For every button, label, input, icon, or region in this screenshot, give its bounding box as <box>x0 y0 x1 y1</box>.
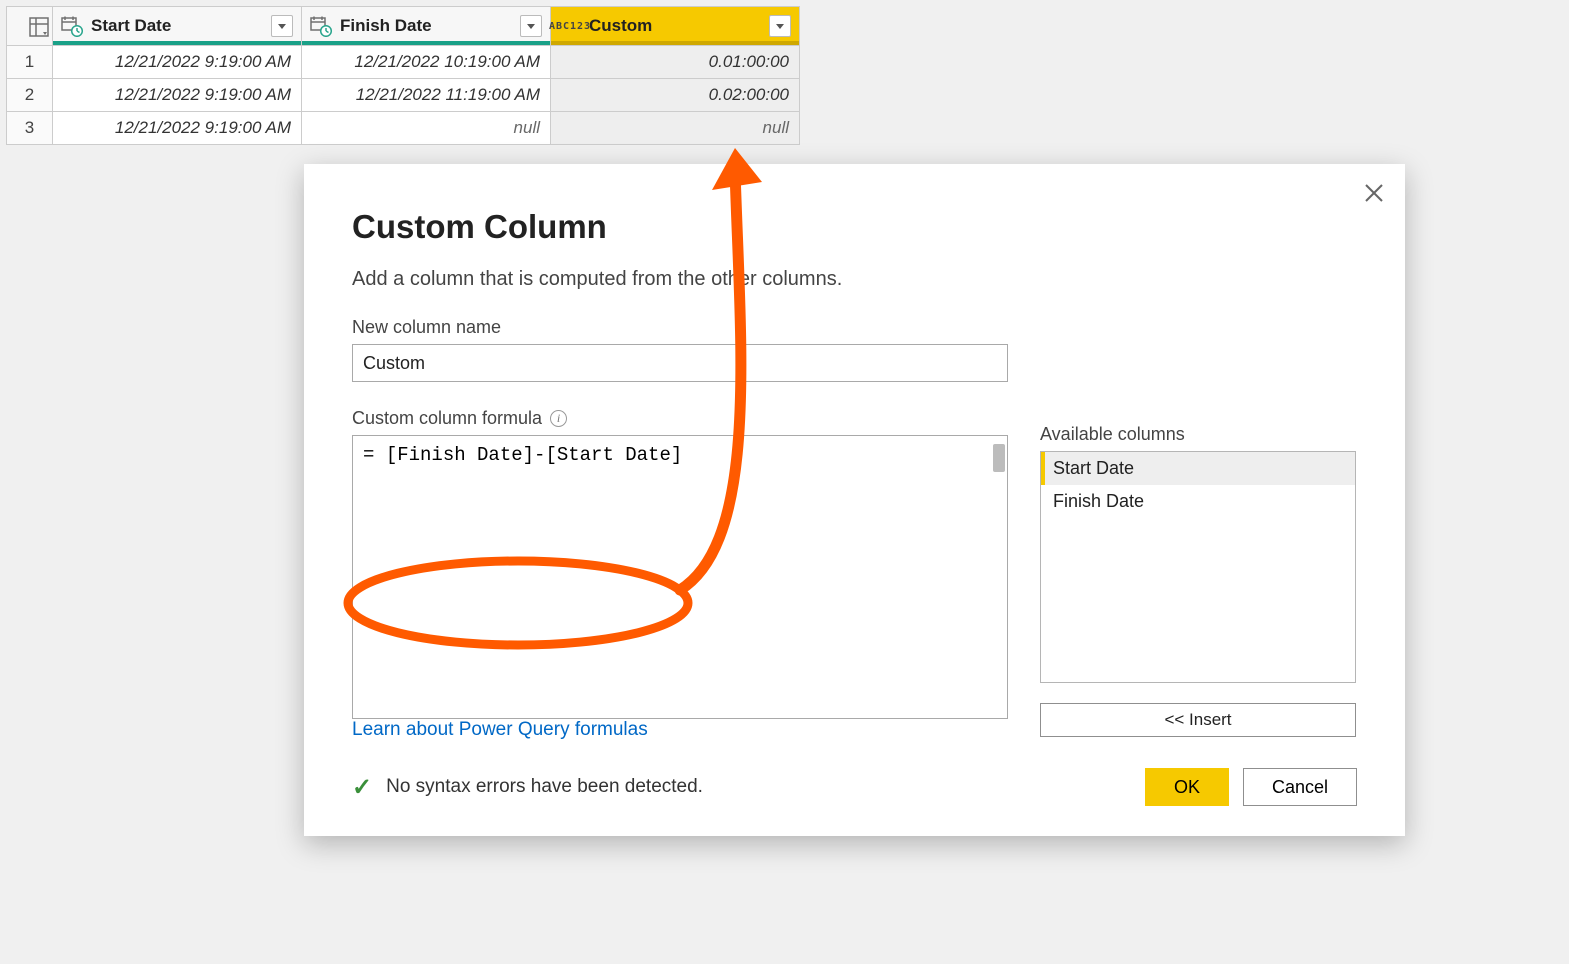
column-name: Start Date <box>91 16 171 36</box>
query-preview-table: Start Date <box>6 6 800 145</box>
scrollbar-thumb[interactable] <box>993 444 1005 472</box>
any-type-icon: ABC 123 <box>559 15 581 37</box>
available-columns-label: Available columns <box>1040 424 1356 445</box>
cell-start[interactable]: 12/21/2022 9:19:00 AM <box>53 112 302 145</box>
formula-text: [Finish Date]-[Start Date] <box>363 444 682 466</box>
close-icon[interactable] <box>1363 182 1385 209</box>
column-filter-dropdown[interactable] <box>520 15 542 37</box>
info-icon[interactable]: i <box>550 410 567 427</box>
cell-custom[interactable]: 0.02:00:00 <box>551 79 800 112</box>
ok-button[interactable]: OK <box>1145 768 1229 806</box>
cell-start[interactable]: 12/21/2022 9:19:00 AM <box>53 46 302 79</box>
column-header-finish-date[interactable]: Finish Date <box>302 7 551 46</box>
cell-custom[interactable]: null <box>551 112 800 145</box>
available-column-item[interactable]: Finish Date <box>1041 485 1355 518</box>
row-number: 3 <box>7 112 53 145</box>
table-icon <box>29 17 49 42</box>
table-row[interactable]: 3 12/21/2022 9:19:00 AM null null <box>7 112 800 145</box>
table-body: 1 12/21/2022 9:19:00 AM 12/21/2022 10:19… <box>7 46 800 145</box>
cell-finish[interactable]: 12/21/2022 11:19:00 AM <box>302 79 551 112</box>
column-filter-dropdown[interactable] <box>271 15 293 37</box>
dialog-subtitle: Add a column that is computed from the o… <box>352 268 1357 291</box>
column-name: Finish Date <box>340 16 432 36</box>
column-header-custom[interactable]: ABC 123 Custom <box>551 7 800 46</box>
cancel-button[interactable]: Cancel <box>1243 768 1357 806</box>
row-number: 2 <box>7 79 53 112</box>
custom-column-dialog: Custom Column Add a column that is compu… <box>304 164 1405 836</box>
row-number: 1 <box>7 46 53 79</box>
column-header-start-date[interactable]: Start Date <box>53 7 302 46</box>
cell-finish[interactable]: 12/21/2022 10:19:00 AM <box>302 46 551 79</box>
column-name: Custom <box>589 16 652 36</box>
syntax-status: ✓ No syntax errors have been detected. <box>352 773 703 802</box>
new-column-name-label: New column name <box>352 317 1357 338</box>
available-columns-list: Start Date Finish Date <box>1040 451 1356 683</box>
table-row[interactable]: 2 12/21/2022 9:19:00 AM 12/21/2022 11:19… <box>7 79 800 112</box>
cell-custom[interactable]: 0.01:00:00 <box>551 46 800 79</box>
cell-start[interactable]: 12/21/2022 9:19:00 AM <box>53 79 302 112</box>
cell-finish[interactable]: null <box>302 112 551 145</box>
column-filter-dropdown[interactable] <box>769 15 791 37</box>
new-column-name-input[interactable] <box>352 344 1008 382</box>
datetime-type-icon <box>310 15 332 37</box>
table-corner-menu[interactable] <box>7 7 53 46</box>
check-icon: ✓ <box>352 773 372 802</box>
insert-button[interactable]: << Insert <box>1040 703 1356 737</box>
formula-editor[interactable]: [Finish Date]-[Start Date] <box>352 435 1008 719</box>
status-text: No syntax errors have been detected. <box>386 776 703 798</box>
dialog-title: Custom Column <box>352 208 1357 246</box>
learn-link[interactable]: Learn about Power Query formulas <box>352 719 648 740</box>
available-column-item[interactable]: Start Date <box>1041 452 1355 485</box>
table-row[interactable]: 1 12/21/2022 9:19:00 AM 12/21/2022 10:19… <box>7 46 800 79</box>
datetime-type-icon <box>61 15 83 37</box>
